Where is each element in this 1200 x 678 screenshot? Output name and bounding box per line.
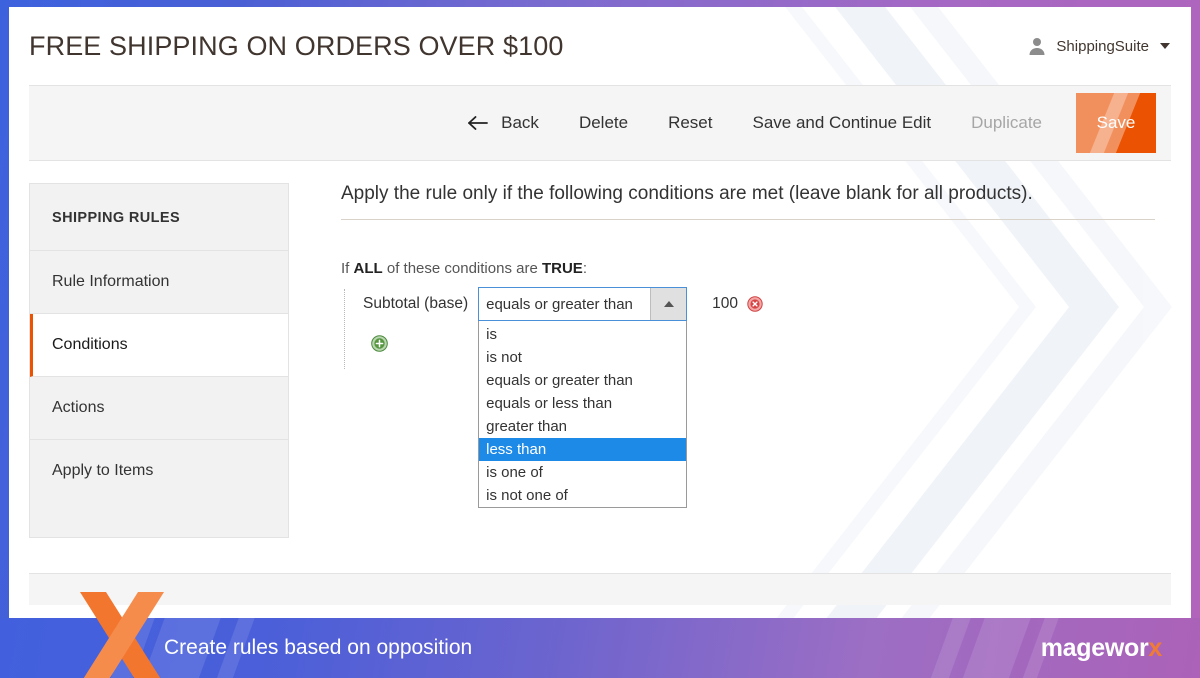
condition-tree: Subtotal (base) equals or greater than i…: [341, 287, 1155, 508]
operator-option[interactable]: equals or greater than: [479, 369, 686, 392]
intro-middle: of these conditions are: [386, 260, 538, 277]
wordmark-text: magewor: [1040, 633, 1149, 662]
sidebar-item-rule-information[interactable]: Rule Information: [30, 251, 288, 314]
truth-value-selector[interactable]: TRUE: [542, 260, 583, 277]
sidebar-item-conditions[interactable]: Conditions: [30, 314, 288, 377]
banner-tagline: Create rules based on opposition: [164, 636, 473, 659]
operator-option[interactable]: greater than: [479, 415, 686, 438]
operator-option[interactable]: is not: [479, 346, 686, 369]
condition-row: Subtotal (base) equals or greater than i…: [351, 287, 1155, 508]
operator-select-wrapper: equals or greater than is is not equals …: [478, 287, 688, 508]
gradient-frame: FREE SHIPPING ON ORDERS OVER $100 Shippi…: [0, 0, 1200, 678]
conditions-panel: Apply the rule only if the following con…: [289, 183, 1171, 541]
intro-prefix: If: [341, 260, 350, 277]
operator-option[interactable]: is not one of: [479, 484, 686, 507]
mageworx-x-logo-icon: [80, 592, 164, 678]
back-button[interactable]: Back: [467, 113, 539, 133]
save-and-continue-edit-button[interactable]: Save and Continue Edit: [753, 113, 932, 133]
back-button-label: Back: [501, 113, 539, 132]
add-condition-row: [351, 335, 1155, 352]
sidebar-title: SHIPPING RULES: [30, 184, 288, 251]
user-name-label: ShippingSuite: [1056, 37, 1149, 55]
sidebar-item-actions[interactable]: Actions: [30, 377, 288, 440]
sidebar-item-apply-to-items[interactable]: Apply to Items: [30, 440, 288, 502]
condition-attribute-label[interactable]: Subtotal (base): [351, 295, 478, 313]
intro-suffix: :: [582, 260, 587, 277]
operator-option[interactable]: is one of: [479, 461, 686, 484]
footer-strip: [29, 573, 1171, 605]
arrow-left-icon: [468, 116, 489, 130]
caret-up-icon: [663, 301, 674, 307]
aggregator-selector[interactable]: ALL: [354, 260, 383, 277]
content-area: SHIPPING RULES Rule Information Conditio…: [9, 161, 1191, 541]
condition-aggregator-line: If ALL of these conditions are TRUE:: [341, 260, 1155, 277]
operator-option[interactable]: equals or less than: [479, 392, 686, 415]
chevron-down-icon: [1160, 43, 1170, 49]
page-header: FREE SHIPPING ON ORDERS OVER $100 Shippi…: [9, 7, 1191, 85]
user-avatar-icon: [1029, 38, 1045, 55]
app-window: FREE SHIPPING ON ORDERS OVER $100 Shippi…: [9, 7, 1191, 678]
remove-condition-icon[interactable]: [747, 296, 763, 312]
save-button[interactable]: Save: [1076, 93, 1156, 153]
page-title: FREE SHIPPING ON ORDERS OVER $100: [29, 30, 564, 61]
tree-guide-line: [344, 289, 345, 369]
duplicate-button[interactable]: Duplicate: [971, 113, 1042, 133]
wordmark-accent: x: [1148, 633, 1162, 662]
save-button-label: Save: [1096, 113, 1136, 132]
conditions-heading: Apply the rule only if the following con…: [341, 183, 1155, 220]
operator-select-value: equals or greater than: [486, 295, 633, 313]
sidebar: SHIPPING RULES Rule Information Conditio…: [29, 183, 289, 538]
operator-select-toggle[interactable]: [650, 288, 687, 320]
operator-option-list[interactable]: is is not equals or greater than equals …: [478, 321, 688, 508]
add-condition-icon[interactable]: [371, 335, 388, 352]
mageworx-wordmark: magewor x: [1040, 618, 1163, 678]
delete-button[interactable]: Delete: [579, 113, 628, 133]
reset-button[interactable]: Reset: [668, 113, 712, 133]
user-menu[interactable]: ShippingSuite: [1027, 36, 1170, 56]
action-toolbar: Back Delete Reset Save and Continue Edit…: [29, 85, 1171, 161]
condition-value-label[interactable]: 100: [712, 295, 738, 313]
operator-option-highlighted[interactable]: less than: [479, 438, 687, 461]
promo-banner: Create rules based on opposition magewor…: [0, 592, 1200, 678]
operator-select[interactable]: equals or greater than: [478, 287, 688, 321]
operator-option[interactable]: is: [479, 323, 686, 346]
